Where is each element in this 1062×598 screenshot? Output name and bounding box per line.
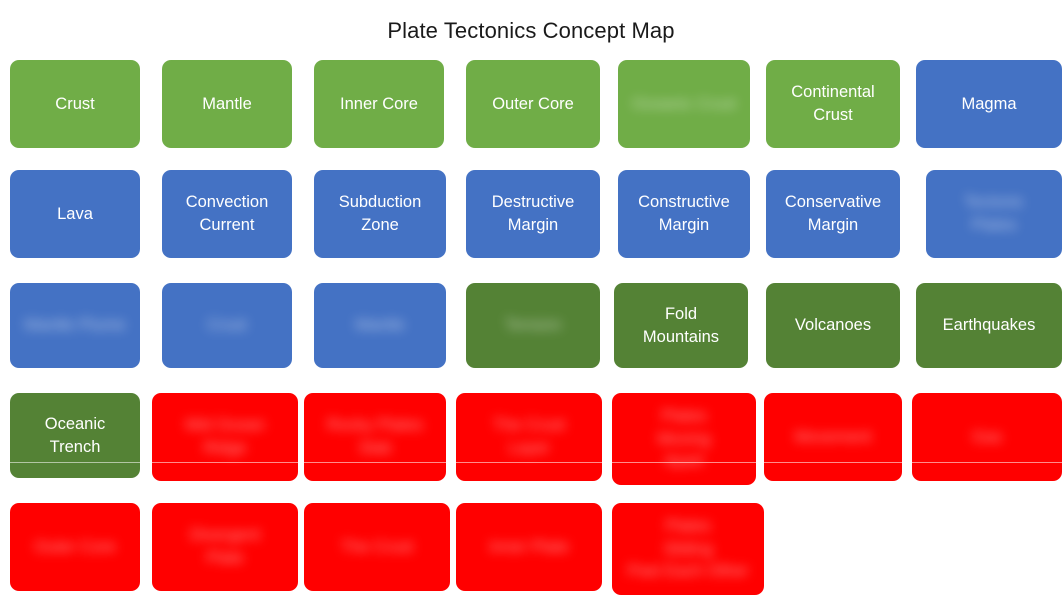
concept-node[interactable]: Fold Mountains	[614, 283, 748, 368]
concept-node-label: Plates Moving Apart	[657, 406, 711, 471]
concept-node[interactable]: Magma	[916, 60, 1062, 148]
concept-node[interactable]: Oceanic Trench	[10, 393, 140, 478]
concept-node[interactable]: Crust	[10, 60, 140, 148]
concept-node-label: The Crust Layer	[492, 416, 566, 457]
concept-node-label: Oceanic Trench	[44, 414, 106, 456]
concept-node-label: Inner Plate	[489, 537, 569, 556]
concept-node[interactable]: Inner Plate	[456, 503, 602, 591]
concept-node-label: Mantle	[355, 316, 405, 335]
concept-node-label: The Crust	[340, 537, 414, 556]
concept-node[interactable]: Mantle	[314, 283, 446, 368]
concept-node[interactable]: Earthquakes	[916, 283, 1062, 368]
concept-node-label: Crust	[207, 316, 247, 335]
concept-node-label: Crust	[55, 94, 95, 113]
concept-node-label: Tension	[504, 316, 562, 335]
concept-node-label: Destructive Margin	[491, 193, 575, 234]
concept-node-label: Continental Crust	[791, 83, 875, 124]
concept-node-label: Subduction Zone	[338, 193, 422, 234]
concept-node[interactable]: Oceanic Crust	[618, 60, 750, 148]
concept-node-label: Earthquakes	[942, 316, 1036, 335]
concept-node-label: Mantle	[202, 94, 252, 113]
concept-node-label: Inner Core	[340, 94, 418, 113]
concept-node-label: Conservative Margin	[784, 193, 882, 234]
concept-node[interactable]: Mantle Plume	[10, 283, 140, 368]
concept-node[interactable]: Inner Core	[314, 60, 444, 148]
concept-node[interactable]: Tension	[466, 283, 600, 368]
concept-node[interactable]: Outer Core	[10, 503, 140, 591]
concept-node-label: Rocky Plates Slab	[326, 416, 424, 457]
concept-node-label: Oceanic Crust	[631, 94, 737, 113]
concept-node[interactable]: Continental Crust	[766, 60, 900, 148]
concept-node-label: Magma	[961, 94, 1017, 113]
concept-node[interactable]: Lava	[10, 170, 140, 258]
concept-node-label: Mid Ocean Ridge	[185, 416, 265, 457]
concept-node[interactable]: Volcanoes	[766, 283, 900, 368]
concept-node-label: Plates Sliding Past Each Other	[627, 516, 749, 581]
concept-node[interactable]: Mid Ocean Ridge	[152, 393, 298, 481]
concept-node[interactable]: The Crust	[304, 503, 450, 591]
concept-node-label: Convection Current	[185, 193, 269, 234]
concept-node[interactable]: Convection Current	[162, 170, 292, 258]
concept-node-label: Outer Core	[34, 537, 116, 556]
concept-node[interactable]: Gas	[912, 393, 1062, 481]
concept-node-label: Fold Mountains	[642, 304, 720, 346]
concept-node[interactable]: Destructive Margin	[466, 170, 600, 258]
concept-node-label: Tectonic Plates	[963, 193, 1025, 234]
concept-node[interactable]: Mantle	[162, 60, 292, 148]
concept-node-label: Movement	[794, 427, 872, 446]
concept-node-label: Constructive Margin	[638, 193, 730, 234]
concept-node-label: Gas	[971, 427, 1003, 446]
page-title: Plate Tectonics Concept Map	[387, 18, 675, 43]
concept-node[interactable]: Tectonic Plates	[926, 170, 1062, 258]
concept-node-label: Volcanoes	[794, 316, 872, 335]
concept-map-canvas: Plate Tectonics Concept Map Crust Mantle I…	[0, 0, 1062, 598]
concept-node[interactable]: Plates Sliding Past Each Other	[612, 503, 764, 595]
concept-node[interactable]: Rocky Plates Slab	[304, 393, 446, 481]
concept-node[interactable]: Crust	[162, 283, 292, 368]
concept-node[interactable]: Divergent Plate	[152, 503, 298, 591]
concept-node[interactable]: The Crust Layer	[456, 393, 602, 481]
concept-node[interactable]: Constructive Margin	[618, 170, 750, 258]
concept-node[interactable]: Outer Core	[466, 60, 600, 148]
concept-node-label: Mantle Plume	[24, 316, 126, 335]
concept-node[interactable]: Movement	[764, 393, 902, 481]
concept-node[interactable]: Conservative Margin	[766, 170, 900, 258]
concept-node-label: Lava	[57, 204, 93, 223]
concept-node-label: Outer Core	[492, 94, 574, 113]
concept-node[interactable]: Plates Moving Apart	[612, 393, 756, 485]
concept-node-label: Divergent Plate	[189, 526, 261, 567]
concept-node[interactable]: Subduction Zone	[314, 170, 446, 258]
